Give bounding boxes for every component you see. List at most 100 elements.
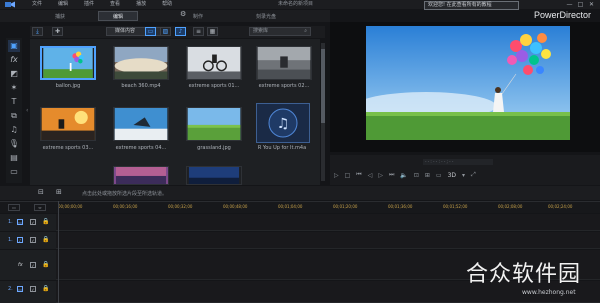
grid-view-icon[interactable]: ▦: [207, 27, 218, 36]
tab-produce[interactable]: 制作: [193, 13, 203, 20]
close-button[interactable]: ✕: [586, 0, 597, 9]
audio-mix-icon[interactable]: ♫: [8, 124, 20, 136]
transition-room-icon[interactable]: ⧉: [8, 110, 20, 122]
room-toolbar: ▣ fx ◩ ✶ T ⧉ ♫ 🎙 ▤ ▭: [6, 38, 22, 183]
fx-room-icon[interactable]: fx: [8, 54, 20, 66]
menu-playback[interactable]: 播放: [136, 0, 146, 9]
zoom-out-button[interactable]: ▭: [8, 204, 20, 211]
ruler-tick: 00;00;48;00: [223, 204, 248, 209]
track-header: 1. ▭ ✓ 🔒: [0, 214, 56, 231]
filter-audio-icon[interactable]: ♪: [175, 27, 186, 36]
display-icon[interactable]: ▭: [436, 172, 442, 179]
ruler-tick: 00;01;36;00: [388, 204, 413, 209]
menu-view[interactable]: 查看: [110, 0, 120, 9]
next-frame-icon[interactable]: ⏭: [389, 171, 394, 179]
scrollbar-thumb[interactable]: [321, 49, 325, 123]
track-enable-checkbox[interactable]: ✓: [30, 286, 36, 292]
media-thumb-extreme-04[interactable]: [113, 107, 169, 141]
media-caption: beach 360.mp4: [121, 83, 161, 89]
media-thumb-extreme-03[interactable]: [40, 107, 96, 141]
gear-icon[interactable]: ⚙: [180, 10, 189, 19]
title-room-icon[interactable]: T: [8, 96, 20, 108]
timeline-ruler[interactable]: 00;00;00;00 00;00;16;00 00;00;32;00 00;0…: [58, 202, 580, 214]
title-bar: 文件 编辑 插件 查看 播放 帮助 未命名的新项目 欢迎您! 在此查看所有的教程…: [0, 0, 600, 10]
track-label: 2.: [8, 286, 13, 292]
tab-create-disc[interactable]: 刻录光盘: [256, 13, 276, 20]
track-header: fx ✓ 🔒: [0, 250, 56, 280]
help-notification[interactable]: 欢迎您! 在此查看所有的教程: [424, 1, 519, 10]
minimize-button[interactable]: —: [564, 0, 575, 9]
ruler-tick: 00;01;20;00: [333, 204, 358, 209]
media-thumb-grassland[interactable]: [186, 107, 242, 141]
voice-over-icon[interactable]: 🎙: [8, 138, 20, 150]
rewind-icon[interactable]: ◁: [368, 172, 373, 179]
filter-video-icon[interactable]: ▭: [145, 27, 156, 36]
chapter-room-icon[interactable]: ▤: [8, 152, 20, 164]
preview-size-icon[interactable]: ⊞: [425, 172, 430, 179]
menu-help[interactable]: 帮助: [162, 0, 172, 9]
media-thumb-beach[interactable]: [113, 46, 169, 80]
track-enable-checkbox[interactable]: ✓: [30, 219, 36, 225]
tab-capture[interactable]: 捕获: [55, 13, 65, 20]
volume-icon[interactable]: 🔈: [400, 172, 407, 179]
maximize-button[interactable]: □: [575, 0, 586, 9]
media-thumb-ballon[interactable]: [40, 46, 96, 80]
fit-timeline-button[interactable]: ⇔: [34, 204, 46, 211]
track-enable-checkbox[interactable]: ✓: [30, 237, 36, 243]
ruler-tick: 00;00;16;00: [113, 204, 138, 209]
project-title: 未命名的新项目: [278, 1, 314, 7]
storyboard-view-icon[interactable]: ⊞: [56, 188, 62, 196]
mode-bar: 捕获 编辑 制作 刻录光盘 ⚙: [0, 10, 330, 22]
expand-icon[interactable]: ⤢: [471, 171, 476, 179]
media-thumb-music[interactable]: ♫: [256, 103, 310, 143]
library-scrollbar[interactable]: [321, 43, 325, 181]
media-thumb-row3-a[interactable]: [113, 166, 169, 185]
media-caption: R You Up for It.m4a: [257, 145, 307, 151]
media-thumb-row3-b[interactable]: [186, 166, 242, 185]
3d-toggle[interactable]: 3D: [448, 172, 456, 179]
tab-edit[interactable]: 编辑: [98, 11, 139, 21]
ruler-tick: 00;01;52;00: [443, 204, 468, 209]
lock-icon[interactable]: 🔒: [42, 261, 49, 268]
track-audio-1[interactable]: 1. ♪ ✓ 🔒: [0, 232, 600, 249]
menu-file[interactable]: 文件: [32, 0, 42, 9]
media-thumb-extreme-02[interactable]: [256, 46, 312, 80]
timecode-display: - - : - - : - - ; - -: [423, 159, 493, 165]
track-enable-checkbox[interactable]: ✓: [30, 262, 36, 268]
play-icon[interactable]: ▷: [334, 172, 339, 179]
particle-room-icon[interactable]: ✶: [8, 82, 20, 94]
library-toolbar: ⤓ ✚ 媒体内容 ▾ ▭ ▨ ♪ ≡ ▦ 搜索库 ⌕: [30, 26, 325, 38]
lock-icon[interactable]: 🔒: [42, 285, 49, 292]
search-input[interactable]: 搜索库 ⌕: [249, 27, 311, 36]
filter-image-icon[interactable]: ▨: [160, 27, 171, 36]
sort-icon[interactable]: ≡: [193, 27, 204, 36]
subtitle-room-icon[interactable]: ▭: [8, 166, 20, 178]
media-room-icon[interactable]: ▣: [8, 40, 20, 52]
timeline-hint: 点击此处或拖放所选片段至所选轨道。: [82, 191, 168, 197]
stop-icon[interactable]: □: [345, 172, 351, 179]
plugin-puzzle-icon[interactable]: ✚: [52, 27, 63, 36]
prev-frame-icon[interactable]: ⏮: [356, 171, 361, 179]
media-thumb-extreme-01[interactable]: [186, 46, 242, 80]
forward-icon[interactable]: ▷: [378, 172, 383, 179]
timeline-view-icon[interactable]: ⊟: [38, 188, 44, 196]
pip-room-icon[interactable]: ◩: [8, 68, 20, 80]
timeline-divider: [58, 201, 59, 303]
audio-track-icon: ♪: [17, 237, 23, 243]
watermark-text: 合众软件园: [466, 262, 582, 287]
chevron-down-icon[interactable]: ▾: [462, 172, 465, 179]
menu-edit[interactable]: 编辑: [58, 0, 68, 9]
search-icon: ⌕: [304, 28, 307, 34]
ruler-tick: 00;00;00;00: [58, 204, 83, 209]
import-media-icon[interactable]: ⤓: [32, 27, 43, 36]
track-video-1[interactable]: 1. ▭ ✓ 🔒: [0, 214, 600, 231]
media-caption: grassland.jpg: [197, 145, 231, 151]
media-filter-select[interactable]: 媒体内容 ▾: [106, 27, 168, 36]
menu-plugins[interactable]: 插件: [84, 0, 94, 9]
lock-icon[interactable]: 🔒: [42, 236, 49, 243]
media-caption: extreme sports 04...: [115, 145, 167, 151]
video-track-icon: ▭: [17, 219, 23, 225]
snapshot-icon[interactable]: ⊡: [414, 172, 419, 179]
window-controls: — □ ✕: [564, 0, 597, 9]
lock-icon[interactable]: 🔒: [42, 218, 49, 225]
